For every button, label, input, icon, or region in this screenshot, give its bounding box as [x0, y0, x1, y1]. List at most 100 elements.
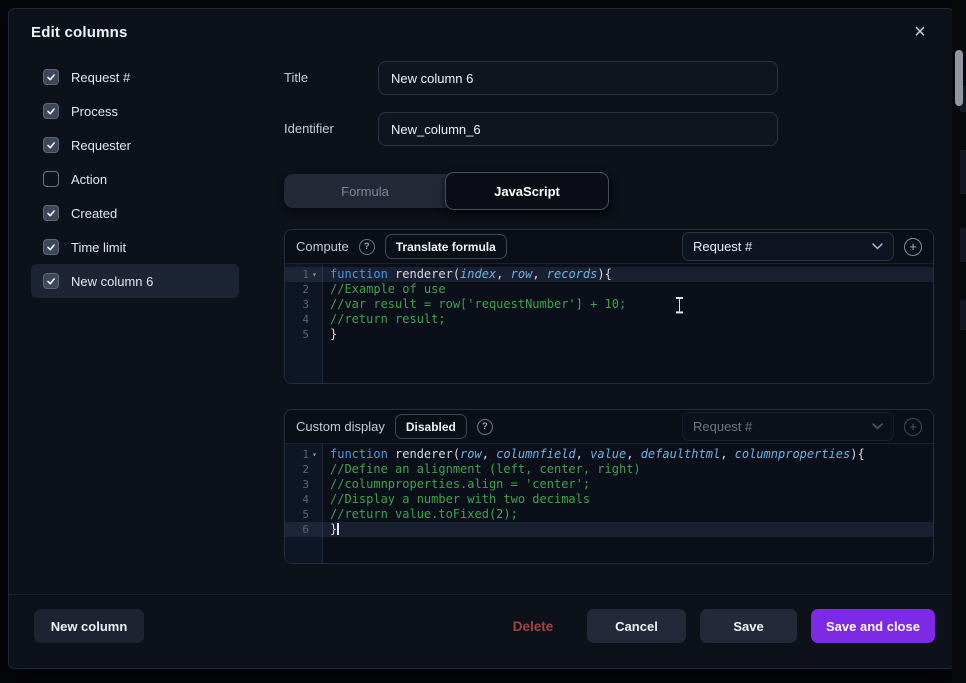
code-text: }	[330, 327, 337, 342]
translate-formula-button[interactable]: Translate formula	[385, 234, 507, 259]
save-and-close-button[interactable]: Save and close	[811, 609, 935, 643]
title-input[interactable]	[378, 61, 778, 95]
compute-panel: Compute ? Translate formula Request # + …	[284, 229, 934, 384]
code-token: //Define an alignment (left, center, rig…	[330, 462, 641, 476]
line-number: 6	[285, 522, 309, 537]
column-item-label: Requester	[71, 138, 131, 153]
code-token: ,	[720, 447, 734, 461]
tab-formula[interactable]: Formula	[284, 174, 446, 208]
code-line[interactable]: 3//columnproperties.align = 'center';	[285, 477, 933, 492]
custom-display-code-editor[interactable]: 1▾ function renderer(row, columnfield, va…	[285, 443, 933, 563]
column-list-item[interactable]: New column 6	[31, 264, 239, 298]
code-token: ,	[482, 447, 496, 461]
code-token: }	[330, 327, 337, 341]
help-icon[interactable]: ?	[359, 239, 375, 255]
code-text: //return result;	[330, 312, 446, 327]
background-page-fragment	[960, 300, 966, 330]
code-token: value	[590, 447, 626, 461]
code-line[interactable]: 4//Display a number with two decimals	[285, 492, 933, 507]
checked-checkbox-icon[interactable]	[43, 205, 59, 221]
code-line[interactable]: 6}	[285, 522, 933, 537]
code-token: //Display a number with two decimals	[330, 492, 590, 506]
modal-title: Edit columns	[31, 24, 128, 41]
code-line[interactable]: 5 //return value.toFixed(2);	[285, 507, 933, 522]
add-column-icon[interactable]: +	[904, 238, 922, 256]
fold-arrow-icon[interactable]: ▾	[312, 447, 317, 462]
code-token: columnproperties	[735, 447, 851, 461]
code-token: renderer(	[388, 267, 460, 281]
compute-panel-header: Compute ? Translate formula Request # +	[285, 230, 933, 263]
column-list-item[interactable]: Request #	[31, 60, 239, 94]
code-text: }	[330, 522, 339, 537]
custom-display-panel: Custom display Disabled ? Request # + 1▾…	[284, 409, 934, 564]
title-label: Title	[284, 70, 308, 85]
code-line[interactable]: 3//var result = row['requestNumber'] + 1…	[285, 297, 933, 312]
code-line[interactable]: 2//Define an alignment (left, center, ri…	[285, 462, 933, 477]
code-line[interactable]: 1▾function renderer(index, row, records)…	[285, 267, 933, 282]
add-column-icon[interactable]: +	[904, 418, 922, 436]
code-line[interactable]: 2 //Example of use	[285, 282, 933, 297]
code-line[interactable]: 1▾ function renderer(row, columnfield, va…	[285, 447, 933, 462]
code-token: renderer(	[388, 447, 460, 461]
text-caret	[337, 523, 339, 535]
unchecked-checkbox-icon[interactable]	[43, 171, 59, 187]
column-list-item[interactable]: Action	[31, 162, 239, 196]
column-item-label: New column 6	[71, 274, 153, 289]
column-list-item[interactable]: Requester	[31, 128, 239, 162]
column-item-label: Created	[71, 206, 117, 221]
code-line[interactable]: 5}	[285, 327, 933, 342]
checked-checkbox-icon[interactable]	[43, 137, 59, 153]
close-icon[interactable]: ×	[907, 19, 933, 45]
code-token: ,	[626, 447, 640, 461]
column-list-item[interactable]: Time limit	[31, 230, 239, 264]
code-text: //columnproperties.align = 'center';	[330, 477, 590, 492]
disabled-toggle-button[interactable]: Disabled	[395, 414, 467, 439]
line-number: 5	[285, 327, 309, 342]
code-token: function	[330, 267, 388, 281]
code-token: ,	[496, 267, 510, 281]
code-token: //return result;	[330, 312, 446, 326]
code-token: //columnproperties.align = 'center';	[330, 477, 590, 491]
custom-display-column-dropdown[interactable]: Request #	[682, 412, 894, 441]
column-item-label: Process	[71, 104, 118, 119]
column-list-item[interactable]: Process	[31, 94, 239, 128]
code-text: function renderer(row, columnfield, valu…	[330, 447, 865, 462]
page-scrollbar-track[interactable]	[952, 0, 966, 683]
identifier-label: Identifier	[284, 121, 334, 136]
new-column-button[interactable]: New column	[34, 609, 144, 643]
column-list-item[interactable]: Created	[31, 196, 239, 230]
code-text: //return value.toFixed(2);	[330, 507, 518, 522]
cancel-button[interactable]: Cancel	[587, 609, 686, 643]
compute-code-editor[interactable]: 1▾function renderer(index, row, records)…	[285, 263, 933, 383]
compute-column-dropdown[interactable]: Request #	[682, 232, 894, 261]
page-scrollbar-thumb[interactable]	[955, 50, 963, 106]
checked-checkbox-icon[interactable]	[43, 239, 59, 255]
line-number: 1	[285, 447, 309, 462]
help-icon[interactable]: ?	[477, 419, 493, 435]
background-page-fragment	[960, 150, 966, 194]
background-page-fragment	[960, 228, 966, 262]
checked-checkbox-icon[interactable]	[43, 103, 59, 119]
code-token: ,	[576, 447, 590, 461]
delete-button[interactable]: Delete	[493, 609, 573, 643]
fold-arrow-icon[interactable]: ▾	[312, 267, 317, 282]
code-token: //var result = row['requestNumber'] + 10…	[330, 297, 626, 311]
column-list: Request # Process Requester Action Created Ti…	[31, 60, 239, 298]
custom-display-panel-header: Custom display Disabled ? Request # +	[285, 410, 933, 443]
column-item-label: Request #	[71, 70, 130, 85]
save-button[interactable]: Save	[700, 609, 797, 643]
column-item-label: Action	[71, 172, 107, 187]
identifier-input[interactable]	[378, 112, 778, 146]
code-token: //Example of use	[330, 282, 446, 296]
line-number: 2	[285, 282, 309, 297]
code-token: ){	[597, 267, 611, 281]
code-line[interactable]: 4//return result;	[285, 312, 933, 327]
checked-checkbox-icon[interactable]	[43, 273, 59, 289]
code-token: function	[330, 447, 388, 461]
code-text: //Example of use	[330, 282, 446, 297]
checked-checkbox-icon[interactable]	[43, 69, 59, 85]
custom-display-code-lines: 1▾ function renderer(row, columnfield, va…	[285, 444, 933, 563]
line-number: 5	[285, 507, 309, 522]
tab-javascript[interactable]: JavaScript	[445, 172, 609, 210]
code-text: //var result = row['requestNumber'] + 10…	[330, 297, 626, 312]
